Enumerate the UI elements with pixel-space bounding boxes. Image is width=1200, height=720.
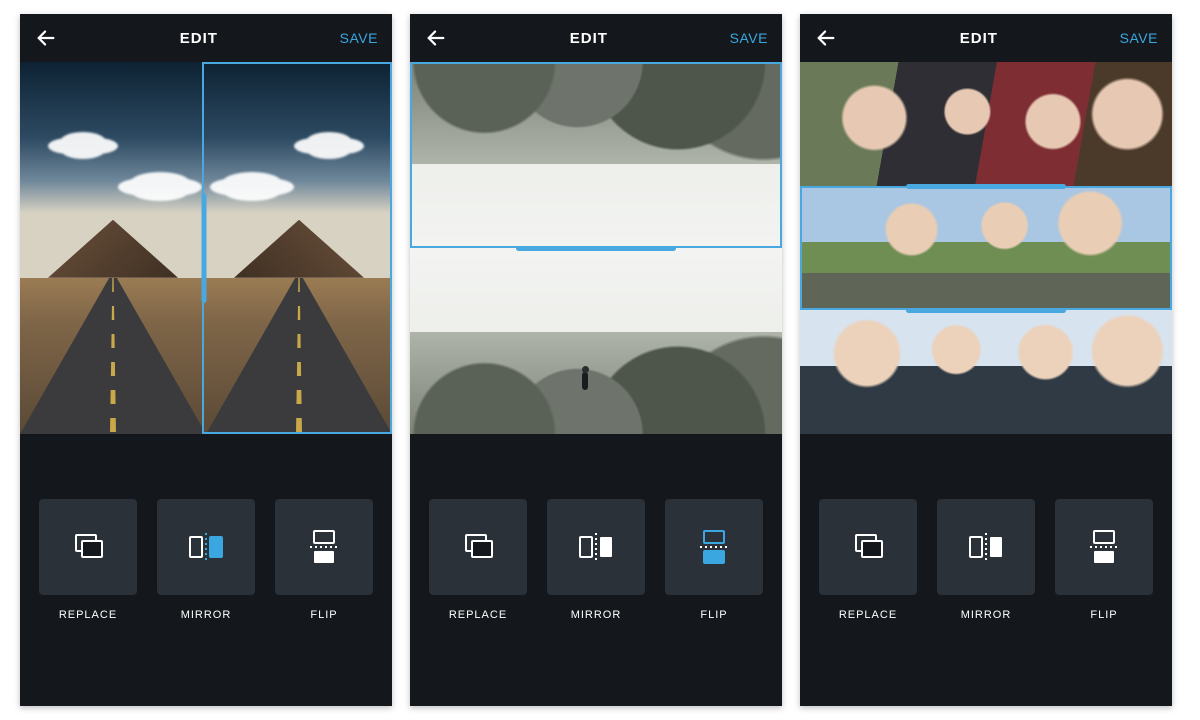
mirror-button[interactable]: MIRROR bbox=[934, 499, 1038, 621]
mirror-icon bbox=[574, 527, 618, 567]
mirror-icon bbox=[184, 527, 228, 567]
flip-label: FLIP bbox=[1090, 609, 1117, 621]
header: EDIT SAVE bbox=[800, 14, 1172, 62]
replace-button[interactable]: REPLACE bbox=[36, 499, 140, 621]
header: EDIT SAVE bbox=[410, 14, 782, 62]
replace-label: REPLACE bbox=[449, 609, 507, 621]
photo-panel-3[interactable] bbox=[800, 310, 1172, 434]
back-button[interactable] bbox=[424, 26, 448, 50]
edit-canvas[interactable] bbox=[20, 62, 392, 434]
flip-label: FLIP bbox=[700, 609, 727, 621]
flip-icon bbox=[1084, 525, 1124, 569]
flip-button[interactable]: FLIP bbox=[272, 499, 376, 621]
mirror-button[interactable]: MIRROR bbox=[544, 499, 648, 621]
back-button[interactable] bbox=[814, 26, 838, 50]
divider-handle[interactable] bbox=[202, 193, 207, 303]
save-button[interactable]: SAVE bbox=[1120, 30, 1158, 46]
toolbar: REPLACE MIRROR bbox=[800, 434, 1172, 706]
screen-2: EDIT SAVE REPLACE bbox=[410, 14, 782, 706]
toolbar: REPLACE MIRROR bbox=[410, 434, 782, 706]
page-title: EDIT bbox=[960, 30, 998, 47]
toolbar: REPLACE MIRROR bbox=[20, 434, 392, 706]
divider-handle-bottom[interactable] bbox=[906, 308, 1066, 313]
mirror-label: MIRROR bbox=[181, 609, 232, 621]
divider-handle-top[interactable] bbox=[906, 184, 1066, 189]
flip-icon bbox=[694, 525, 734, 569]
flip-button[interactable]: FLIP bbox=[662, 499, 766, 621]
divider-handle[interactable] bbox=[516, 246, 676, 251]
back-arrow-icon bbox=[425, 27, 447, 49]
page-title: EDIT bbox=[180, 30, 218, 47]
edit-canvas[interactable] bbox=[410, 62, 782, 434]
replace-label: REPLACE bbox=[59, 609, 117, 621]
page-title: EDIT bbox=[570, 30, 608, 47]
screen-3: EDIT SAVE REPLACE bbox=[800, 14, 1172, 706]
save-button[interactable]: SAVE bbox=[340, 30, 378, 46]
flip-button[interactable]: FLIP bbox=[1052, 499, 1156, 621]
mirror-label: MIRROR bbox=[571, 609, 622, 621]
photo-panel-2[interactable] bbox=[800, 186, 1172, 310]
edit-canvas[interactable] bbox=[800, 62, 1172, 434]
replace-label: REPLACE bbox=[839, 609, 897, 621]
flip-icon bbox=[304, 525, 344, 569]
replace-button[interactable]: REPLACE bbox=[426, 499, 530, 621]
person-silhouette bbox=[574, 366, 596, 404]
header: EDIT SAVE bbox=[20, 14, 392, 62]
save-button[interactable]: SAVE bbox=[730, 30, 768, 46]
replace-icon bbox=[458, 527, 498, 567]
back-button[interactable] bbox=[34, 26, 58, 50]
replace-button[interactable]: REPLACE bbox=[816, 499, 920, 621]
flip-label: FLIP bbox=[310, 609, 337, 621]
back-arrow-icon bbox=[35, 27, 57, 49]
replace-icon bbox=[848, 527, 888, 567]
replace-icon bbox=[68, 527, 108, 567]
back-arrow-icon bbox=[815, 27, 837, 49]
photo-panel-1[interactable] bbox=[800, 62, 1172, 186]
screen-1: EDIT SAVE bbox=[20, 14, 392, 706]
mirror-icon bbox=[964, 527, 1008, 567]
mirror-label: MIRROR bbox=[961, 609, 1012, 621]
mirror-button[interactable]: MIRROR bbox=[154, 499, 258, 621]
